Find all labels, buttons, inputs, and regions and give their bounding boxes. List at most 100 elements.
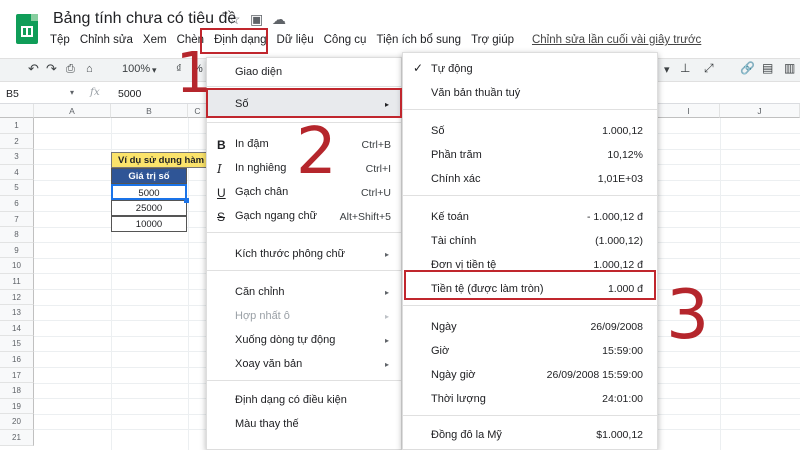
column-header-c[interactable]: C (188, 104, 208, 118)
format-date-example: 26/09/2008 (590, 321, 643, 333)
menu-merge[interactable]: Hợp nhất ô (235, 310, 290, 322)
strikethrough-icon: S (217, 210, 226, 224)
cloud-status-icon[interactable]: ☁ (272, 11, 286, 28)
last-edit-link[interactable]: Chỉnh sửa lần cuối vài giây trước (532, 34, 701, 52)
row-header-5[interactable]: 5 (0, 180, 34, 196)
name-box[interactable]: B5 (6, 88, 19, 100)
insert-link-icon[interactable]: 🔗 (740, 61, 755, 75)
strikethrough-shortcut: Alt+Shift+5 (339, 211, 391, 223)
menu-addons[interactable]: Tiện ích bổ sung (376, 34, 461, 52)
document-title[interactable]: Bảng tính chưa có tiêu đề (53, 10, 236, 28)
format-scientific[interactable]: Chính xác (431, 173, 481, 185)
menu-bold[interactable]: In đậm (235, 138, 269, 150)
row-header-1[interactable]: 1 (0, 118, 34, 134)
zoom-dropdown-icon[interactable]: ▾ (152, 65, 157, 76)
format-plain-text[interactable]: Văn bản thuần tuý (431, 87, 520, 99)
menu-file[interactable]: Tệp (50, 34, 70, 52)
cell-b7[interactable]: 10000 (111, 216, 187, 232)
bold-icon: B (217, 138, 226, 152)
format-percent[interactable]: Phần trăm (431, 149, 482, 161)
row-header-3[interactable]: 3 (0, 149, 34, 165)
column-header-a[interactable]: A (34, 104, 111, 118)
submenu-arrow-icon: ▸ (384, 288, 389, 297)
format-duration[interactable]: Thời lượng (431, 393, 486, 405)
format-usd[interactable]: Đồng đô la Mỹ (431, 429, 502, 441)
format-financial[interactable]: Tài chính (431, 235, 476, 247)
row-header-8[interactable]: 8 (0, 227, 34, 243)
format-scientific-example: 1,01E+03 (597, 173, 643, 185)
fill-handle[interactable] (184, 198, 189, 203)
row-header-18[interactable]: 18 (0, 383, 34, 399)
menu-rotate[interactable]: Xoay văn bản (235, 358, 302, 370)
row-header-19[interactable]: 19 (0, 398, 34, 415)
format-accounting[interactable]: Kế toán (431, 211, 469, 223)
format-duration-example: 24:01:00 (602, 393, 643, 405)
row-header-10[interactable]: 10 (0, 258, 34, 274)
submenu-arrow-icon: ▸ (384, 336, 389, 345)
corner-select-all[interactable] (0, 104, 34, 118)
insert-chart-icon[interactable]: ▥ (784, 61, 795, 75)
insert-comment-icon[interactable]: ▤ (762, 61, 773, 75)
formula-input[interactable]: 5000 (118, 88, 141, 100)
menu-tools[interactable]: Công cụ (324, 34, 367, 52)
format-automatic[interactable]: Tự động (431, 63, 473, 75)
menu-wrap[interactable]: Xuống dòng tự động (235, 334, 335, 346)
menu-edit[interactable]: Chỉnh sửa (80, 34, 133, 52)
row-header-20[interactable]: 20 (0, 414, 34, 430)
format-date[interactable]: Ngày (431, 321, 457, 333)
menu-conditional-format[interactable]: Định dạng có điều kiện (235, 394, 347, 406)
align-dropdown-icon[interactable]: ▾ (664, 63, 670, 76)
vertical-align-icon[interactable]: ⊥ (680, 61, 690, 75)
row-header-6[interactable]: 6 (0, 196, 34, 212)
format-time[interactable]: Giờ (431, 345, 449, 357)
column-header-b[interactable]: B (111, 104, 188, 118)
name-box-dropdown-icon[interactable]: ▾ (70, 88, 74, 97)
menu-theme[interactable]: Giao diện (235, 66, 282, 78)
row-header-15[interactable]: 15 (0, 336, 34, 352)
table-title-cell[interactable]: Ví dụ sử dụng hàm (111, 152, 207, 168)
zoom-select[interactable]: 100% (122, 63, 150, 75)
row-header-12[interactable]: 12 (0, 289, 34, 306)
row-header-4[interactable]: 4 (0, 164, 34, 181)
menu-help[interactable]: Trợ giúp (471, 34, 514, 52)
submenu-arrow-icon: ▸ (384, 250, 389, 259)
menu-data[interactable]: Dữ liệu (277, 34, 314, 52)
table-header-cell[interactable]: Giá trị số (111, 168, 187, 184)
menu-strikethrough[interactable]: Gạch ngang chữ (235, 210, 317, 222)
menu-view[interactable]: Xem (143, 34, 167, 52)
redo-icon[interactable]: ↷ (46, 61, 57, 77)
print-icon[interactable]: ⎙ (66, 63, 75, 76)
format-datetime[interactable]: Ngày giờ (431, 369, 476, 381)
menu-font-size[interactable]: Kích thước phông chữ (235, 248, 345, 260)
underline-icon: U (217, 186, 226, 200)
paint-format-icon[interactable]: ⌂ (86, 63, 93, 75)
row-header-21[interactable]: 21 (0, 430, 34, 446)
move-to-folder-icon[interactable]: ▣ (250, 11, 263, 28)
menu-underline[interactable]: Gạch chân (235, 186, 288, 198)
format-number[interactable]: Số (431, 125, 444, 137)
row-header-13[interactable]: 13 (0, 305, 34, 321)
undo-icon[interactable]: ↶ (28, 61, 39, 77)
italic-icon: I (217, 162, 222, 176)
row-header-14[interactable]: 14 (0, 320, 34, 337)
cell-b5[interactable]: 5000 (111, 184, 187, 200)
column-header-j[interactable]: J (720, 104, 800, 118)
highlight-box-currency-rounded (404, 270, 656, 300)
submenu-arrow-icon: ▸ (384, 312, 389, 321)
sheets-logo-icon[interactable] (16, 14, 38, 44)
menu-italic[interactable]: In nghiêng (235, 162, 286, 174)
row-header-17[interactable]: 17 (0, 367, 34, 384)
row-header-2[interactable]: 2 (0, 133, 34, 150)
menu-alternating-colors[interactable]: Màu thay thế (235, 418, 299, 430)
text-rotation-icon[interactable]: ⤢ (704, 61, 714, 76)
format-datetime-example: 26/09/2008 15:59:00 (546, 369, 643, 381)
row-header-16[interactable]: 16 (0, 352, 34, 368)
row-header-7[interactable]: 7 (0, 211, 34, 228)
menu-align[interactable]: Căn chỉnh (235, 286, 285, 298)
row-header-9[interactable]: 9 (0, 242, 34, 259)
column-header-i[interactable]: I (658, 104, 720, 118)
format-number-example: 1.000,12 (602, 125, 643, 137)
cell-b6[interactable]: 25000 (111, 200, 187, 216)
star-icon[interactable]: ☆ (228, 11, 241, 28)
row-header-11[interactable]: 11 (0, 274, 34, 290)
